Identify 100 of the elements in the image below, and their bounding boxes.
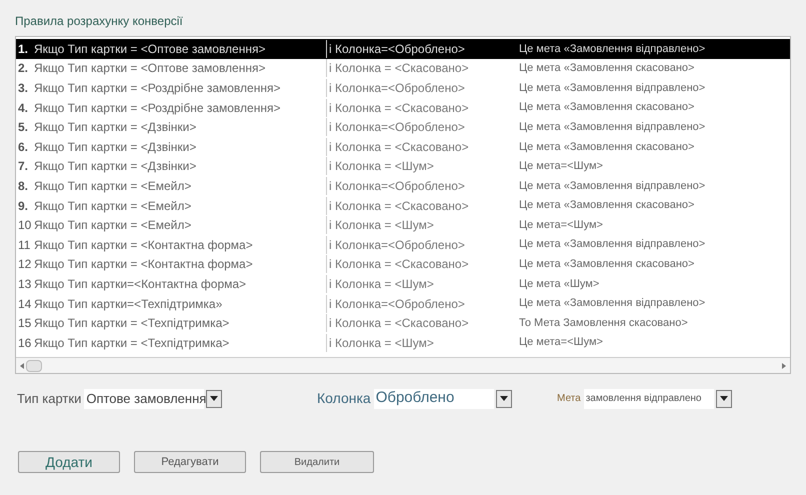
row-number: 2. xyxy=(17,60,30,78)
condition-cell: Якщо Тип картки=<Контактна форма> xyxy=(34,274,327,293)
action-button[interactable]: Редагувати xyxy=(134,451,246,473)
condition-cell: Якщо Тип картки = <Емейл> xyxy=(34,176,327,195)
condition-cell: Якщо Тип картки = <Роздрібне замовлення> xyxy=(34,78,327,97)
rule-row[interactable]: 8. Якщо Тип картки = <Емейл> і Колонка=<Оброблено> Це мета «Замовлення відправлено> xyxy=(16,176,790,196)
caret-icon xyxy=(720,396,728,401)
rule-row[interactable]: 1. Якщо Тип картки = <Оптове замовлення> і Колонка=<Оброблено> Це мета «Замовлення відправлено> xyxy=(16,39,790,59)
rule-row[interactable]: 4. Якщо Тип картки = <Роздрібне замовлення> і Колонка = <Скасовано> Це мета «Замовлення скасовано> xyxy=(16,98,790,118)
column-cell-text: і Колонка = <Скасовано> xyxy=(328,100,470,117)
goal-cell-text: Це мета «Замовлення відправлено> xyxy=(519,42,706,57)
rule-row[interactable]: 2. Якщо Тип картки = <Оптове замовлення> і Колонка = <Скасовано> Це мета «Замовлення скасовано> xyxy=(16,58,790,78)
row-number: 6. xyxy=(17,138,30,156)
action-button[interactable]: Видалити xyxy=(260,451,374,473)
row-number: 15 xyxy=(17,315,32,332)
filter-label: Колонка xyxy=(317,389,371,408)
row-number: 13 xyxy=(17,276,32,293)
column-cell-text: і Колонка = <Шум> xyxy=(328,334,435,352)
column-cell-text: і Колонка = <Шум> xyxy=(328,158,435,176)
condition-cell: Якщо Тип картки = <Дзвінки> xyxy=(34,118,327,136)
rule-row[interactable]: 15 Якщо Тип картки = <Техпідтримка> і Колонка = <Скасовано> То Мета Замовлення скасовано> xyxy=(16,313,790,333)
condition-cell: Якщо Тип картки = <Контактна форма> xyxy=(34,236,327,254)
rule-row[interactable]: 11 Якщо Тип картки = <Контактна форма> і Колонка=<Оброблено> Це мета «Замовлення відправлено> xyxy=(16,234,790,255)
rule-row[interactable]: 10 Якщо Тип картки = <Емейл> і Колонка = <Шум> Це мета=<Шум> xyxy=(16,215,790,235)
section-title: Правила розрахунку конверсії xyxy=(15,13,184,30)
column-cell-text: і Колонка = <Шум> xyxy=(328,276,435,293)
row-number: 5. xyxy=(17,119,30,136)
row-number: 14 xyxy=(17,296,32,313)
condition-cell: Якщо Тип картки = <Оптове замовлення> xyxy=(34,59,327,78)
goal-cell-text: Це мета «Замовлення скасовано> xyxy=(519,140,696,155)
dropdown-button[interactable] xyxy=(496,390,512,408)
caret-icon xyxy=(500,396,508,401)
rule-row[interactable]: 7. Якщо Тип картки = <Дзвінки> і Колонка = <Шум> Це мета=<Шум> xyxy=(16,156,790,176)
dropdown-button[interactable] xyxy=(206,390,222,408)
action-button[interactable]: Додати xyxy=(18,451,120,473)
column-cell-text: і Колонка=<Оброблено> xyxy=(328,119,466,136)
goal-cell-text: Це мета «Замовлення відправлено> xyxy=(519,178,706,194)
rule-row[interactable]: 13 Якщо Тип картки=<Контактна форма> і Колонка = <Шум> Це мета «Шум> xyxy=(16,274,790,294)
row-number: 10 xyxy=(17,217,32,234)
row-number: 16 xyxy=(17,334,32,352)
caret-icon xyxy=(210,396,218,401)
goal-cell-text: Це мета=<Шум> xyxy=(519,159,604,174)
column-cell-text: і Колонка=<Оброблено> xyxy=(328,178,466,195)
rule-row[interactable]: 9. Якщо Тип картки = <Емейл> і Колонка = <Скасовано> Це мета «Замовлення скасовано> xyxy=(16,196,790,216)
column-cell-text: і Колонка = <Скасовано> xyxy=(328,315,470,332)
filter-label: Мета xyxy=(557,392,581,406)
scroll-right-icon[interactable] xyxy=(782,362,786,368)
row-number: 12 xyxy=(17,256,32,274)
goal-cell-text: Це мета «Замовлення скасовано> xyxy=(519,61,696,76)
row-number: 1. xyxy=(17,40,30,58)
rule-row[interactable]: 6. Якщо Тип картки = <Дзвінки> і Колонка = <Скасовано> Це мета «Замовлення скасовано> xyxy=(16,136,790,157)
rule-row[interactable]: 3. Якщо Тип картки = <Роздрібне замовлення> і Колонка=<Оброблено> Це мета «Замовлення відправлено> xyxy=(16,78,790,98)
rule-row[interactable]: 14 Якщо Тип картки=<Техпідтримка» і Колонка=<Оброблено> Це мета «Замовлення відправлено> xyxy=(16,294,790,314)
dropdown-button[interactable] xyxy=(716,390,732,408)
condition-cell: Якщо Тип картки=<Техпідтримка» xyxy=(34,294,327,313)
column-cell-text: і Колонка=<Оброблено> xyxy=(328,80,466,97)
condition-cell: Якщо Тип картки = <Техпідтримка> xyxy=(34,334,327,352)
condition-cell: Якщо Тип картки = <Роздрібне замовлення> xyxy=(34,98,327,117)
condition-cell: Якщо Тип картки = <Емейл> xyxy=(34,196,327,215)
rule-row[interactable]: 5. Якщо Тип картки = <Дзвінки> і Колонка=<Оброблено> Це мета «Замовлення відправлено> xyxy=(16,117,790,137)
column-cell-text: і Колонка=<Оброблено> xyxy=(328,296,466,313)
horizontal-scrollbar[interactable] xyxy=(16,357,790,373)
condition-cell: Якщо Тип картки = <Емейл> xyxy=(34,216,327,234)
condition-cell: Якщо Тип картки = <Техпідтримка> xyxy=(34,314,327,332)
goal-cell-text: Це мета «Замовлення скасовано> xyxy=(519,257,696,272)
goal-cell-text: Це мета «Замовлення відправлено> xyxy=(519,120,706,135)
column-cell-text: і Колонка = <Скасовано> xyxy=(328,138,470,156)
row-number: 7. xyxy=(17,158,30,176)
filter-label: Тип картки xyxy=(17,390,82,408)
scroll-left-icon[interactable] xyxy=(20,362,24,368)
dropdown-field[interactable]: Оброблено xyxy=(374,388,494,408)
column-cell-text: і Колонка=<Оброблено> xyxy=(328,40,466,58)
goal-cell-text: То Мета Замовлення скасовано> xyxy=(519,316,689,331)
goal-cell-text: Це мета=<Шум> xyxy=(519,218,604,233)
goal-cell-text: Це мета=<Шум> xyxy=(519,335,604,350)
row-number: 9. xyxy=(17,198,30,215)
goal-cell-text: Це мета «Замовлення відправлено> xyxy=(519,80,706,96)
goal-cell-text: Це мета «Шум> xyxy=(519,276,600,292)
column-cell-text: і Колонка=<Оброблено> xyxy=(328,236,466,254)
goal-cell-text: Це мета «Замовлення відправлено> xyxy=(519,237,706,252)
goal-cell-text: Це мета «Замовлення скасовано> xyxy=(519,198,696,214)
condition-cell: Якщо Тип картки = <Дзвінки> xyxy=(34,157,327,176)
condition-cell: Якщо Тип картки = <Оптове замовлення> xyxy=(34,40,327,58)
rule-row[interactable]: 16 Якщо Тип картки = <Техпідтримка> і Колонка = <Шум> Це мета=<Шум> xyxy=(16,332,790,352)
row-number: 8. xyxy=(17,178,30,195)
goal-cell-text: Це мета «Замовлення скасовано> xyxy=(519,100,696,116)
rule-row[interactable]: 12 Якщо Тип картки = <Контактна форма> і Колонка = <Скасовано> Це мета «Замовлення скасовано> xyxy=(16,254,790,274)
row-number: 3. xyxy=(17,80,30,97)
column-cell-text: і Колонка = <Скасовано> xyxy=(328,198,470,215)
condition-cell: Якщо Тип картки = <Контактна форма> xyxy=(34,255,327,274)
dropdown-field[interactable]: замовлення відправлено xyxy=(584,388,714,408)
column-cell-text: і Колонка = <Скасовано> xyxy=(328,256,470,274)
column-cell-text: і Колонка = <Шум> xyxy=(328,217,435,234)
column-cell-text: і Колонка = <Скасовано> xyxy=(328,60,470,78)
row-number: 11 xyxy=(17,236,32,254)
row-number: 4. xyxy=(17,100,30,117)
scrollbar-thumb[interactable] xyxy=(26,360,42,372)
condition-cell: Якщо Тип картки = <Дзвінки> xyxy=(34,138,327,156)
dropdown-field[interactable]: Оптове замовлення xyxy=(84,388,204,408)
goal-cell-text: Це мета «Замовлення відправлено> xyxy=(519,296,706,312)
